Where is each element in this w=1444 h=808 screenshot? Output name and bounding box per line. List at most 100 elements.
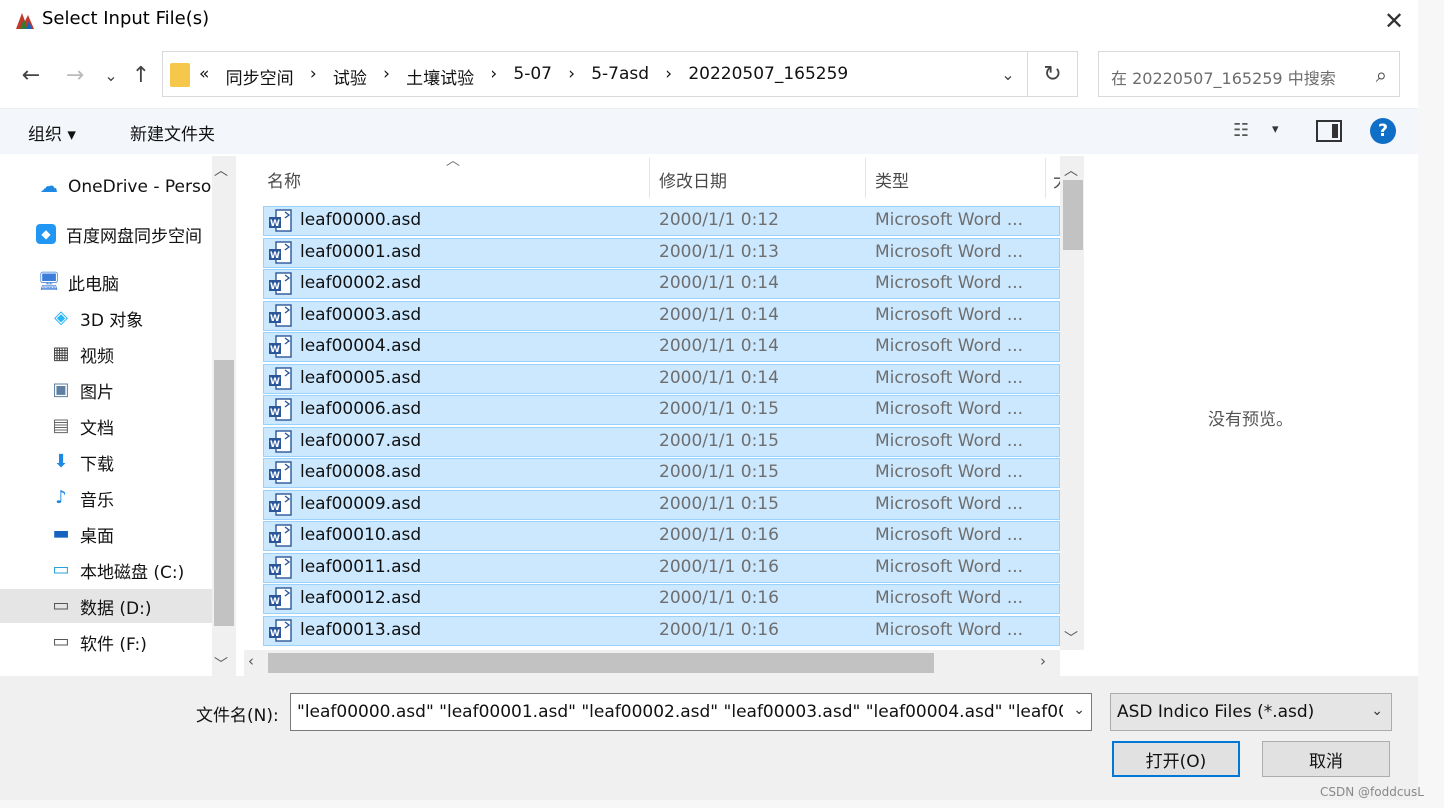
- file-row[interactable]: Wleaf00007.asd 2000/1/1 0:15 Microsoft Wor…: [263, 426, 1060, 457]
- preview-pane-icon[interactable]: [1316, 120, 1342, 142]
- sort-ascending-icon: ︿: [446, 153, 460, 169]
- file-row[interactable]: Wleaf00005.asd 2000/1/1 0:14 Microsoft Wor…: [263, 363, 1060, 394]
- forward-button[interactable]: →: [60, 60, 90, 90]
- sidebar-scroll-thumb[interactable]: [214, 360, 234, 626]
- file-type: Microsoft Word ...: [875, 588, 1024, 608]
- file-list-scroll-thumb[interactable]: [1063, 180, 1083, 250]
- breadcrumb-item[interactable]: 20220507_165259: [688, 64, 848, 89]
- svg-text:W: W: [270, 471, 280, 481]
- scroll-right-icon[interactable]: ›: [1040, 652, 1046, 670]
- file-row[interactable]: Wleaf00009.asd 2000/1/1 0:15 Microsoft Wor…: [263, 489, 1060, 520]
- file-name: leaf00001.asd: [300, 241, 422, 262]
- organize-button[interactable]: 组织 ▾: [28, 120, 76, 145]
- sidebar-item-drive-c[interactable]: ▭ 本地磁盘 (C:): [0, 553, 212, 587]
- new-folder-button[interactable]: 新建文件夹: [130, 120, 215, 145]
- recent-locations-button[interactable]: ⌄: [96, 60, 126, 90]
- search-input[interactable]: 在 20220507_165259 中搜索 ⌕: [1098, 51, 1400, 97]
- sidebar-item-onedrive[interactable]: ☁ OneDrive - Perso: [0, 170, 212, 204]
- breadcrumb-separator-icon[interactable]: ›: [665, 64, 672, 89]
- scroll-left-icon[interactable]: ‹: [248, 652, 254, 670]
- svg-text:W: W: [270, 629, 280, 639]
- breadcrumb-item[interactable]: 试验: [333, 64, 367, 89]
- filename-value[interactable]: "leaf00000.asd" "leaf00001.asd" "leaf000…: [297, 702, 1063, 722]
- sidebar-item-desktop[interactable]: ▬ 桌面: [0, 517, 212, 551]
- file-row[interactable]: Wleaf00012.asd 2000/1/1 0:16 Microsoft Wor…: [263, 584, 1060, 614]
- refresh-button[interactable]: ↻: [1028, 51, 1078, 97]
- word-document-icon: W: [269, 335, 292, 358]
- sidebar-item-baidu[interactable]: ◆ 百度网盘同步空间: [0, 217, 212, 251]
- view-dropdown-icon[interactable]: ▾: [1272, 122, 1279, 137]
- file-row[interactable]: Wleaf00001.asd 2000/1/1 0:13 Microsoft Wor…: [263, 237, 1060, 268]
- svg-text:W: W: [270, 219, 280, 229]
- column-header-type[interactable]: 类型: [875, 167, 909, 192]
- filetype-select[interactable]: ASD Indico Files (*.asd) ⌄: [1110, 693, 1392, 731]
- svg-text:W: W: [270, 377, 280, 387]
- scroll-up-icon[interactable]: ︿: [214, 160, 228, 180]
- up-folder-button[interactable]: ↑: [126, 60, 156, 90]
- breadcrumb-separator-icon[interactable]: ›: [490, 64, 497, 89]
- column-divider[interactable]: [649, 158, 650, 198]
- breadcrumb-separator-icon[interactable]: ›: [383, 64, 390, 89]
- file-date: 2000/1/1 0:14: [659, 336, 779, 356]
- address-dropdown-icon[interactable]: ⌄: [988, 51, 1028, 97]
- sidebar-item-music[interactable]: ♪ 音乐: [0, 481, 212, 515]
- file-row[interactable]: Wleaf00000.asd 2000/1/1 0:12 Microsoft Wor…: [263, 206, 1060, 236]
- filename-label: 文件名(N):: [196, 706, 279, 726]
- file-name: leaf00002.asd: [300, 273, 422, 293]
- file-row[interactable]: Wleaf00013.asd 2000/1/1 0:16 Microsoft Wor…: [263, 615, 1060, 646]
- svg-text:W: W: [270, 251, 280, 261]
- sidebar-item-videos[interactable]: ▦ 视频: [0, 337, 212, 371]
- column-header-size[interactable]: 大: [1053, 167, 1060, 192]
- breadcrumb-item[interactable]: 5-7asd: [591, 64, 649, 89]
- watermark: CSDN @foddcusL: [1320, 785, 1424, 799]
- file-type: Microsoft Word ...: [875, 525, 1024, 545]
- file-date: 2000/1/1 0:15: [659, 462, 779, 482]
- sidebar-item-3d-objects[interactable]: ◈ 3D 对象: [0, 301, 212, 335]
- title-bar: [0, 0, 1418, 42]
- breadcrumb-item[interactable]: 土壤试验: [406, 64, 474, 89]
- drive-c-icon: ▭: [52, 559, 70, 580]
- sidebar-item-pictures[interactable]: ▣ 图片: [0, 373, 212, 407]
- file-row[interactable]: Wleaf00008.asd 2000/1/1 0:15 Microsoft Wor…: [263, 458, 1060, 488]
- file-row[interactable]: Wleaf00004.asd 2000/1/1 0:14 Microsoft Wor…: [263, 332, 1060, 362]
- sidebar-item-drive-f[interactable]: ▭ 软件 (F:): [0, 625, 212, 659]
- help-icon[interactable]: ?: [1370, 118, 1396, 144]
- column-divider[interactable]: [1045, 158, 1046, 198]
- open-button[interactable]: 打开(O): [1112, 741, 1240, 777]
- breadcrumb-separator-icon[interactable]: ›: [310, 64, 317, 89]
- view-details-icon[interactable]: ☷: [1233, 120, 1249, 141]
- back-button[interactable]: ←: [16, 60, 46, 90]
- column-header-name[interactable]: 名称: [267, 167, 301, 192]
- file-row[interactable]: Wleaf00011.asd 2000/1/1 0:16 Microsoft Wor…: [263, 552, 1060, 583]
- breadcrumb-separator-icon[interactable]: ›: [568, 64, 575, 89]
- scroll-down-icon[interactable]: ﹀: [1064, 628, 1078, 648]
- sidebar-item-documents[interactable]: ▤ 文档: [0, 409, 212, 443]
- breadcrumb: « 同步空间 › 试验 › 土壤试验 › 5-07 › 5-7asd › 202…: [199, 64, 848, 89]
- sidebar-item-downloads[interactable]: ⬇ 下载: [0, 445, 212, 479]
- svg-text:W: W: [270, 440, 280, 450]
- close-button[interactable]: ✕: [1374, 4, 1414, 38]
- address-bar[interactable]: « 同步空间 › 试验 › 土壤试验 › 5-07 › 5-7asd › 202…: [162, 51, 1028, 97]
- file-row[interactable]: Wleaf00003.asd 2000/1/1 0:14 Microsoft Wor…: [263, 300, 1060, 331]
- chevron-down-icon[interactable]: ⌄: [1371, 703, 1383, 719]
- file-row[interactable]: Wleaf00006.asd 2000/1/1 0:15 Microsoft Wor…: [263, 395, 1060, 425]
- cancel-button[interactable]: 取消: [1262, 741, 1390, 777]
- word-document-icon: W: [269, 272, 292, 295]
- breadcrumb-overflow[interactable]: «: [199, 64, 209, 89]
- column-header-date[interactable]: 修改日期: [659, 167, 727, 192]
- file-type: Microsoft Word ...: [875, 210, 1024, 230]
- file-list-hscroll-thumb[interactable]: [268, 653, 934, 673]
- file-row[interactable]: Wleaf00002.asd 2000/1/1 0:14 Microsoft Wor…: [263, 269, 1060, 299]
- breadcrumb-item[interactable]: 5-07: [513, 64, 552, 89]
- filename-input[interactable]: "leaf00000.asd" "leaf00001.asd" "leaf000…: [290, 693, 1092, 731]
- sidebar-item-this-pc[interactable]: 🖥 此电脑: [0, 265, 212, 299]
- scroll-up-icon[interactable]: ︿: [1064, 160, 1078, 180]
- column-divider[interactable]: [865, 158, 866, 198]
- file-name: leaf00005.asd: [300, 367, 422, 388]
- scroll-down-icon[interactable]: ﹀: [214, 654, 228, 674]
- chevron-down-icon[interactable]: ⌄: [1073, 702, 1085, 718]
- sidebar-item-drive-d[interactable]: ▭ 数据 (D:): [0, 589, 212, 623]
- breadcrumb-item[interactable]: 同步空间: [226, 64, 294, 89]
- file-row[interactable]: Wleaf00010.asd 2000/1/1 0:16 Microsoft Wor…: [263, 521, 1060, 551]
- sidebar-item-label: OneDrive - Perso: [68, 177, 212, 197]
